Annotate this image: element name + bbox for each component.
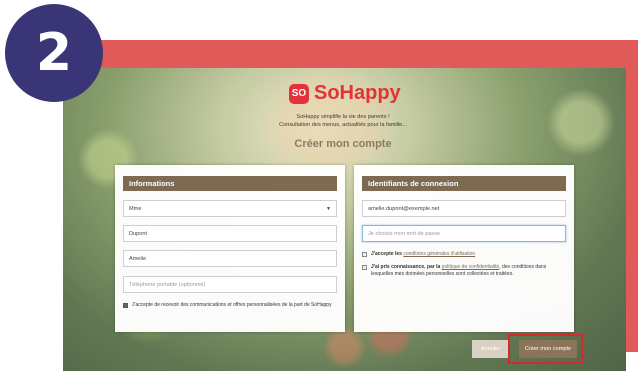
consent-checkbox[interactable] [123, 303, 128, 308]
cgu-row: J'accepte les conditions générales d'uti… [362, 251, 566, 258]
email-field[interactable]: amelie.dupont@exemple.net [362, 200, 566, 217]
privacy-row: J'ai pris connaissance, par la politique… [362, 264, 566, 278]
credentials-heading: Identifiants de connexion [362, 176, 566, 191]
cancel-button[interactable]: Annuler [472, 340, 509, 358]
consent-label: J'accepte de recevoir des communications… [132, 302, 332, 308]
informations-card: Informations Mme ▼ Dupont Amelie Télépho… [115, 165, 345, 332]
phone-field[interactable]: Téléphone portable (optionnel) [123, 276, 337, 293]
tutorial-slide: 2 SO SoHappy SoHappy simplifie la vie de… [0, 0, 638, 371]
credentials-card: Identifiants de connexion amelie.dupont@… [354, 165, 574, 332]
password-field[interactable]: Je choisis mon mot de passe [362, 225, 566, 242]
signup-screen: SO SoHappy SoHappy simplifie la vie des … [63, 68, 626, 371]
create-button-highlight [508, 334, 583, 364]
page-title: Créer mon compte [294, 138, 392, 150]
brand-name: SoHappy [314, 82, 401, 104]
civility-select[interactable]: Mme ▼ [123, 200, 337, 217]
civility-value: Mme [129, 205, 142, 212]
cgu-prefix: J'accepte les [371, 251, 402, 257]
privacy-checkbox[interactable] [362, 265, 367, 270]
dropdown-arrow-icon: ▼ [326, 206, 331, 212]
tagline-line-2: Consultation des menus, actualités pour … [279, 122, 407, 128]
tagline-line-1: SoHappy simplifie la vie des parents ! [296, 114, 390, 120]
cgu-checkbox[interactable] [362, 252, 367, 257]
consent-row: J'accepte de recevoir des communications… [123, 302, 337, 309]
step-number-badge: 2 [5, 4, 103, 102]
sohappy-logo: SO SoHappy [289, 82, 401, 105]
privacy-prefix: J'ai pris connaissance, par la [371, 264, 441, 270]
first-name-field[interactable]: Amelie [123, 250, 337, 267]
informations-heading: Informations [123, 176, 337, 191]
last-name-field[interactable]: Dupont [123, 225, 337, 242]
cgu-link[interactable]: conditions générales d'utilisation [403, 251, 475, 257]
brand-mark-icon: SO [289, 83, 309, 104]
privacy-link[interactable]: politique de confidentialité [442, 264, 500, 270]
